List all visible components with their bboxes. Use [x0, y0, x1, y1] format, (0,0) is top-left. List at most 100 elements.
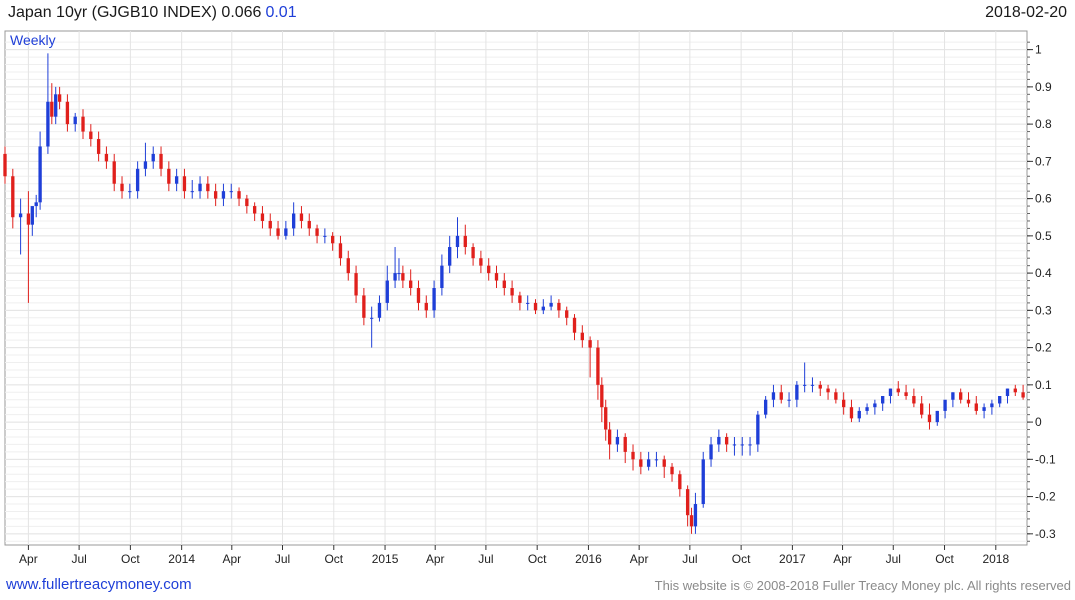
candle-body [487, 265, 491, 274]
candle-body [245, 198, 249, 207]
y-tick-label: 0.2 [1035, 341, 1052, 355]
candle-body [990, 403, 994, 408]
x-tick-label: Jul [71, 552, 86, 566]
candle-body [709, 444, 713, 460]
candle-body [974, 403, 978, 411]
candle-body [409, 280, 413, 288]
candle-body [701, 459, 705, 505]
candle-body [120, 183, 124, 192]
candle-body [330, 235, 335, 244]
candle-body [557, 302, 561, 311]
candle-body [401, 273, 405, 281]
candle-body [670, 466, 674, 475]
candle-body [502, 280, 506, 288]
x-tick-label: Oct [732, 552, 751, 566]
candle-body [685, 489, 690, 516]
candle-body [128, 191, 132, 193]
candle-body [397, 273, 401, 275]
candle-body [50, 101, 54, 117]
x-axis: Apr Jul Oct 2014 Apr Jul Oct 2015 Apr Jul Oct 2016 A… [19, 545, 1009, 566]
candle-body [904, 392, 908, 397]
y-tick-label: 0.3 [1035, 303, 1052, 317]
candle-body [787, 399, 791, 401]
candle-body [260, 213, 265, 221]
y-tick-label: -0.3 [1035, 527, 1056, 541]
candle-body [432, 288, 436, 311]
candle-body [448, 247, 452, 266]
candle-body [572, 317, 577, 333]
candle-body [54, 94, 58, 117]
candle-body [1013, 388, 1017, 393]
candle-body [11, 176, 15, 218]
candle-body [982, 407, 986, 411]
candle-body [966, 399, 971, 404]
candle-body [771, 392, 776, 400]
candle-body [724, 436, 729, 445]
candle-body [229, 191, 233, 193]
candle-body [96, 139, 101, 154]
y-tick-label: 0.8 [1035, 117, 1052, 131]
candle-body [30, 206, 34, 225]
x-tick-label: 2017 [779, 552, 806, 566]
candle-body [596, 347, 600, 385]
candle-body [662, 459, 666, 467]
candle-body [315, 228, 319, 236]
price-chart: 1 0.9 0.8 0.7 0.6 0.5 0.4 0.3 0.2 0.1 0 -0.1 -0.2 -0.… [3, 30, 1056, 566]
x-tick-label: 2016 [575, 552, 602, 566]
candle-body [607, 429, 612, 445]
candle-body [881, 396, 885, 404]
y-axis: 1 0.9 0.8 0.7 0.6 0.5 0.4 0.3 0.2 0.1 0 -0.1 -0.2 -0.… [1027, 41, 1056, 542]
y-tick-label: 0.6 [1035, 192, 1052, 206]
candle-body [654, 459, 659, 461]
candle-body [393, 273, 397, 281]
candle-body [623, 436, 627, 452]
candle-body [565, 310, 569, 318]
candle-body [463, 235, 467, 248]
candle-body [849, 407, 854, 419]
candle-body [510, 288, 514, 296]
candle-body [237, 191, 241, 199]
candle-body [841, 399, 846, 408]
candle-body [370, 317, 374, 319]
candle-body [18, 213, 23, 218]
candle-body [912, 396, 916, 404]
candle-body [377, 302, 382, 318]
candle-body [818, 384, 822, 389]
x-tick-label: Apr [630, 552, 649, 566]
candle-body [46, 101, 50, 147]
candle-body [104, 153, 109, 162]
candle-body [920, 403, 924, 415]
candle-body [182, 176, 187, 192]
y-tick-label: 0.4 [1035, 266, 1052, 280]
candle-body [678, 474, 682, 490]
y-tick-label: 0.5 [1035, 229, 1052, 243]
candle-body [998, 396, 1002, 404]
candle-body [494, 273, 499, 281]
candle-body [57, 94, 62, 102]
candle-body [143, 161, 148, 169]
candle-body [518, 295, 522, 303]
x-tick-label: Apr [19, 552, 38, 566]
candle-body [834, 392, 838, 400]
candle-body [943, 399, 947, 411]
candle-body [795, 384, 799, 400]
y-tick-label: 0.1 [1035, 378, 1052, 392]
y-tick-label: 0.7 [1035, 154, 1052, 168]
candle-body [549, 302, 553, 307]
candle-body [639, 459, 643, 467]
candle-body [802, 384, 807, 386]
candle-body [159, 153, 163, 169]
candle-body [299, 213, 304, 221]
candle-body [748, 444, 752, 446]
x-tick-label: Oct [935, 552, 954, 566]
candle-body [291, 213, 296, 229]
candle-body [541, 306, 545, 311]
x-tick-label: Jul [886, 552, 901, 566]
y-tick-label: -0.2 [1035, 490, 1056, 504]
candle-body [221, 191, 226, 199]
candle-body [732, 444, 737, 446]
candle-body [65, 101, 70, 125]
y-tick-label: -0.1 [1035, 452, 1056, 466]
candle-body [151, 153, 155, 162]
website-link[interactable]: www.fullertreacymoney.com [6, 576, 192, 593]
